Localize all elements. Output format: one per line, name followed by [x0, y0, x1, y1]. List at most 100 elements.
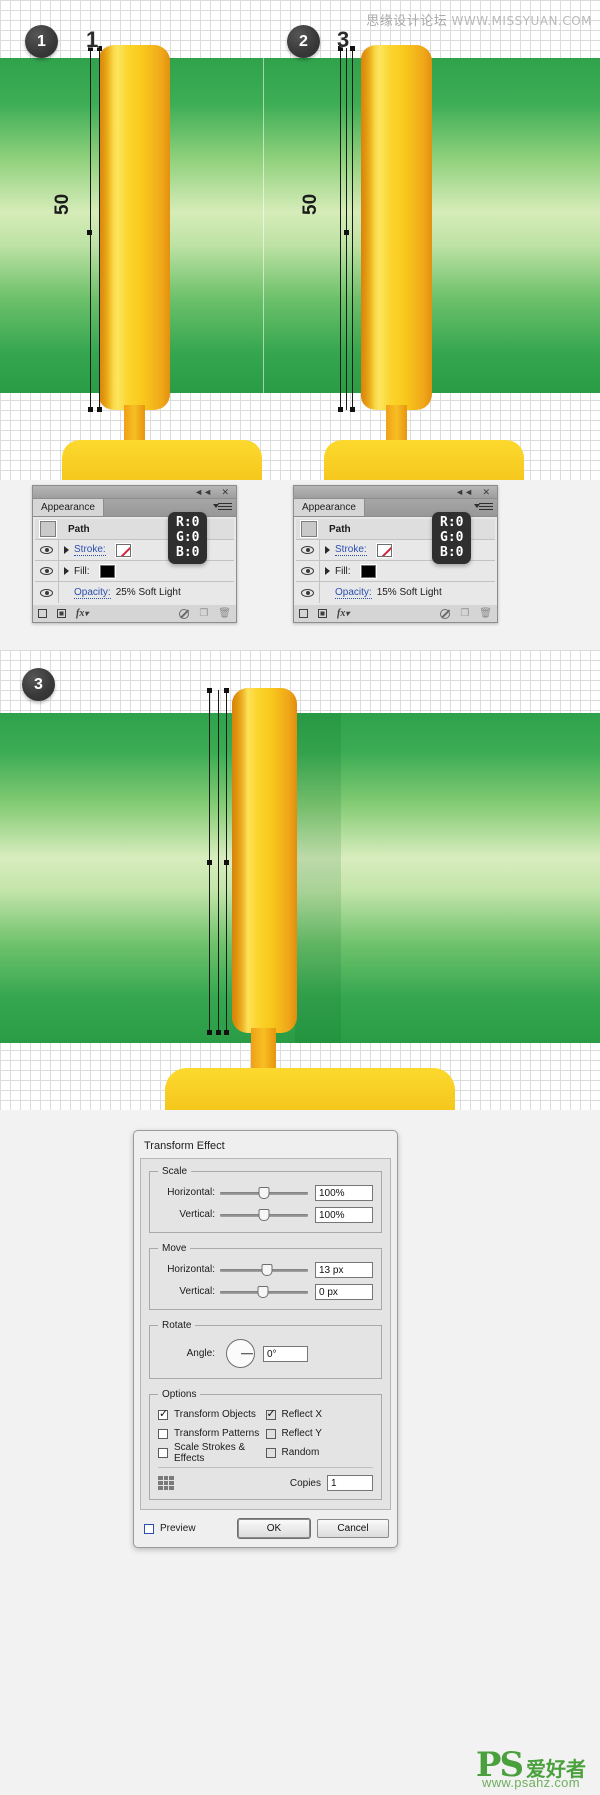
delete-item-icon[interactable]: 🗑 — [218, 608, 231, 619]
appearance-footer-left[interactable]: fx▾ ❐ 🗑 — [33, 605, 236, 622]
checkbox-reflect-x[interactable]: Reflect X — [265, 1406, 374, 1423]
path-anchor-bottom-a[interactable] — [338, 407, 343, 412]
visibility-toggle-opacity-left[interactable] — [35, 582, 59, 603]
cancel-button[interactable]: Cancel — [317, 1519, 389, 1538]
copies-row[interactable]: Copies 1 — [158, 1467, 373, 1491]
visibility-toggle-fill-left[interactable] — [35, 561, 59, 581]
add-new-fill-icon[interactable] — [318, 609, 327, 618]
path-anchor-z-top-b[interactable] — [224, 688, 229, 693]
ok-button[interactable]: OK — [238, 1519, 310, 1538]
path-anchor-bottom-left[interactable] — [88, 407, 93, 412]
panel-menu-icon[interactable] — [474, 503, 493, 513]
scale-vertical-slider[interactable] — [220, 1208, 308, 1222]
add-new-stroke-icon[interactable] — [38, 609, 47, 618]
visibility-toggle-opacity-right[interactable] — [296, 582, 320, 603]
path-anchor-top-right[interactable] — [97, 46, 102, 51]
opacity-label-right[interactable]: Opacity: — [335, 587, 372, 599]
checkbox-transform-objects[interactable]: Transform Objects — [158, 1406, 266, 1423]
delete-item-icon[interactable]: 🗑 — [479, 608, 492, 619]
appearance-fill-row-left[interactable]: Fill: — [35, 561, 234, 582]
visibility-toggle-stroke-right[interactable] — [296, 540, 320, 560]
visibility-toggle-fill-right[interactable] — [296, 561, 320, 581]
appearance-fill-row-right[interactable]: Fill: — [296, 561, 495, 582]
stroke-swatch-none-icon[interactable] — [375, 542, 393, 558]
close-icon[interactable]: ✕ — [221, 487, 229, 498]
move-horizontal-slider[interactable] — [220, 1263, 308, 1277]
fill-swatch-black-icon[interactable] — [359, 563, 377, 579]
tab-appearance-right[interactable]: Appearance — [294, 499, 365, 516]
path-anchor-z-mid-a[interactable] — [207, 860, 212, 865]
move-vertical-slider[interactable] — [220, 1285, 308, 1299]
path-anchor-mid-right[interactable] — [344, 230, 349, 235]
move-horizontal-row[interactable]: Horizontal: 13 px — [158, 1260, 373, 1279]
disclosure-stroke-left[interactable] — [59, 540, 74, 560]
selection-path-left[interactable] — [88, 46, 104, 412]
checkbox-box-icon[interactable] — [265, 1447, 276, 1458]
path-anchor-bottom-right[interactable] — [97, 407, 102, 412]
scale-vertical-row[interactable]: Vertical: 100% — [158, 1205, 373, 1224]
scale-horizontal-slider[interactable] — [220, 1186, 308, 1200]
duplicate-item-icon[interactable]: ❐ — [199, 608, 208, 619]
stroke-label-right[interactable]: Stroke: — [335, 544, 367, 556]
path-anchor-z-top-a[interactable] — [207, 688, 212, 693]
disclosure-stroke-right[interactable] — [320, 540, 335, 560]
panel-menu-icon[interactable] — [213, 503, 232, 513]
path-anchor-z-bottom-c[interactable] — [224, 1030, 229, 1035]
selection-path-zoom[interactable] — [207, 688, 231, 1035]
panel-titlebar-left[interactable]: ◄◄ ✕ — [33, 486, 236, 499]
close-icon[interactable]: ✕ — [482, 487, 490, 498]
disclosure-fill-right[interactable] — [320, 561, 335, 581]
fx-icon[interactable]: fx▾ — [337, 608, 349, 619]
rotate-angle-input[interactable]: 0° — [263, 1345, 308, 1362]
fill-swatch-black-icon[interactable] — [98, 563, 116, 579]
add-new-fill-icon[interactable] — [57, 609, 66, 618]
checkbox-box-icon[interactable] — [144, 1523, 154, 1534]
rotate-angle-row[interactable]: Angle: 0° — [158, 1337, 373, 1370]
disclosure-fill-left[interactable] — [59, 561, 74, 581]
duplicate-item-icon[interactable]: ❐ — [460, 608, 469, 619]
scale-vertical-input[interactable]: 100% — [315, 1206, 373, 1223]
selection-path-right[interactable] — [338, 46, 356, 412]
move-vertical-input[interactable]: 0 px — [315, 1283, 373, 1300]
checkbox-box-icon[interactable] — [158, 1428, 168, 1439]
checkbox-random[interactable]: Random — [265, 1444, 374, 1461]
checkbox-box-icon[interactable] — [158, 1447, 168, 1458]
clear-appearance-icon[interactable] — [440, 608, 451, 619]
path-anchor-z-bottom-b[interactable] — [216, 1030, 221, 1035]
rotate-angle-label: Angle: — [186, 1348, 215, 1359]
checkbox-preview[interactable]: Preview — [144, 1523, 196, 1534]
stroke-swatch-none-icon[interactable] — [114, 542, 132, 558]
appearance-footer-right[interactable]: fx▾ ❐ 🗑 — [294, 605, 497, 622]
collapse-icon[interactable]: ◄◄ — [455, 487, 473, 498]
appearance-opacity-row-right[interactable]: Opacity: 15% Soft Light — [296, 582, 495, 603]
checkbox-transform-patterns[interactable]: Transform Patterns — [158, 1425, 266, 1442]
panel-titlebar-right[interactable]: ◄◄ ✕ — [294, 486, 497, 499]
scale-horizontal-row[interactable]: Horizontal: 100% — [158, 1183, 373, 1202]
path-anchor-bottom-b[interactable] — [350, 407, 355, 412]
reference-point-grid-icon[interactable] — [158, 1476, 174, 1490]
scale-horizontal-input[interactable]: 100% — [315, 1184, 373, 1201]
move-horizontal-input[interactable]: 13 px — [315, 1261, 373, 1278]
clear-appearance-icon[interactable] — [179, 608, 190, 619]
add-new-stroke-icon[interactable] — [299, 609, 308, 618]
path-anchor-mid-left[interactable] — [87, 230, 92, 235]
tab-appearance-left[interactable]: Appearance — [33, 499, 104, 516]
move-vertical-row[interactable]: Vertical: 0 px — [158, 1282, 373, 1301]
checkbox-scale-strokes-effects[interactable]: Scale Strokes & Effects — [158, 1442, 266, 1464]
opacity-label-left[interactable]: Opacity: — [74, 587, 111, 599]
stroke-label-left[interactable]: Stroke: — [74, 544, 106, 556]
path-anchor-z-bottom-a[interactable] — [207, 1030, 212, 1035]
copies-input[interactable]: 1 — [327, 1475, 373, 1491]
path-anchor-z-mid-b[interactable] — [224, 860, 229, 865]
visibility-toggle-stroke-left[interactable] — [35, 540, 59, 560]
checkbox-box-icon[interactable] — [265, 1408, 276, 1420]
checkbox-box-icon[interactable] — [265, 1428, 276, 1439]
fx-icon[interactable]: fx▾ — [76, 608, 88, 619]
path-anchor-top-b[interactable] — [350, 46, 355, 51]
collapse-icon[interactable]: ◄◄ — [194, 487, 212, 498]
transform-effect-dialog[interactable]: Transform Effect Scale Horizontal: 100% … — [133, 1130, 398, 1548]
checkbox-box-icon[interactable] — [158, 1408, 168, 1420]
checkbox-reflect-y[interactable]: Reflect Y — [265, 1425, 374, 1442]
appearance-opacity-row-left[interactable]: Opacity: 25% Soft Light — [35, 582, 234, 603]
angle-dial-icon[interactable] — [226, 1339, 255, 1368]
